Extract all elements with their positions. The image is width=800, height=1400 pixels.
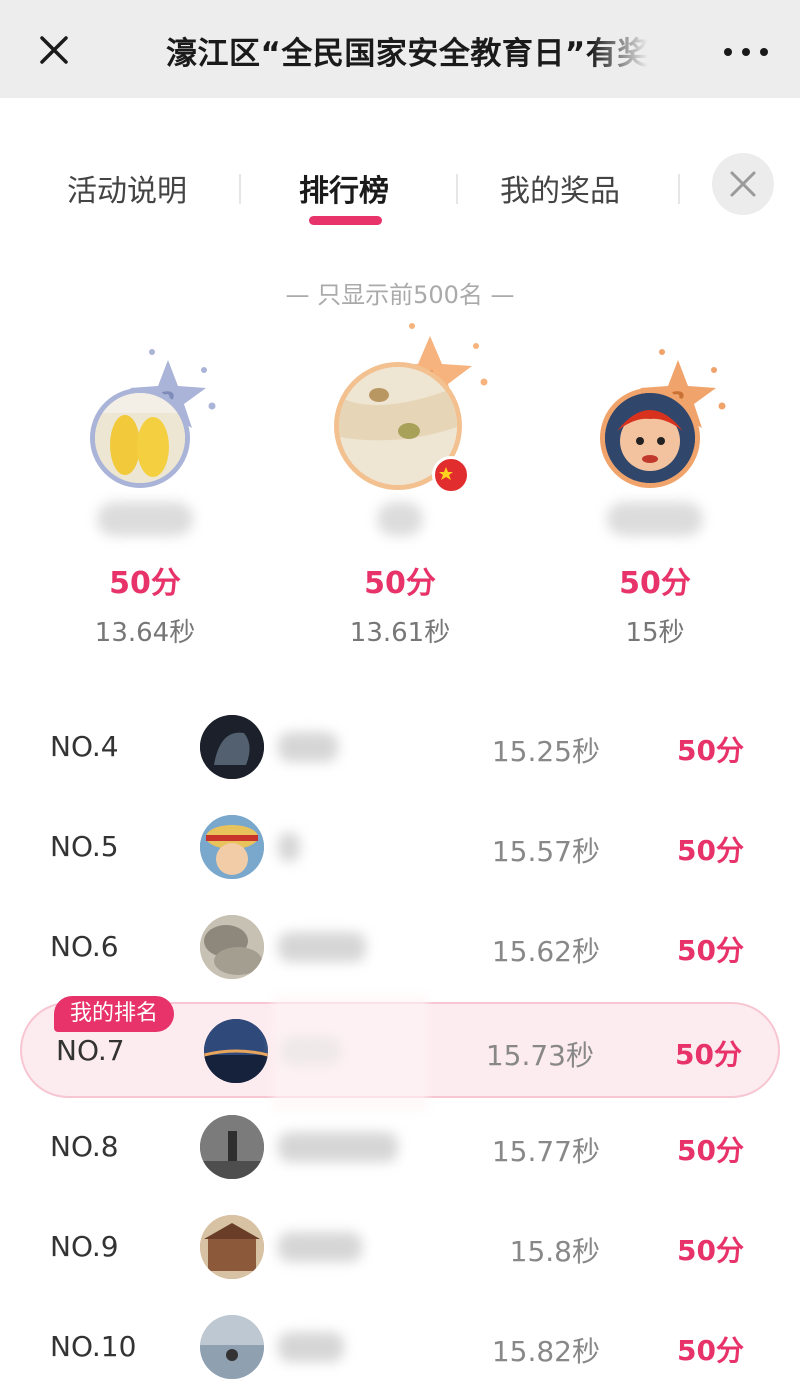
podium-second[interactable]: 2 50分 13.64秒 xyxy=(35,330,255,660)
avatar xyxy=(204,1019,268,1083)
row-time: 15.73秒 xyxy=(485,1039,594,1072)
podium-score: 50分 xyxy=(364,566,436,601)
rank-row[interactable]: NO.9 15.8秒 50分 xyxy=(0,1198,800,1298)
row-score: 50分 xyxy=(677,834,744,867)
avatar xyxy=(200,915,264,979)
username-blurred xyxy=(97,502,193,536)
username-blurred xyxy=(377,502,423,536)
close-panel-button[interactable] xyxy=(712,153,774,215)
top-500-notice: — 只显示前500名 — xyxy=(285,281,515,309)
podium-time: 13.61秒 xyxy=(349,618,451,648)
row-time: 15.25秒 xyxy=(491,735,600,768)
username-blurred xyxy=(278,1332,344,1362)
row-score: 50分 xyxy=(677,734,744,767)
tab-divider xyxy=(239,174,241,204)
rank-row[interactable]: NO.6 15.62秒 50分 xyxy=(0,898,800,998)
active-tab-indicator xyxy=(309,216,382,225)
avatar xyxy=(200,1115,264,1179)
close-icon xyxy=(730,171,756,197)
rank-label: NO.4 xyxy=(50,730,119,763)
avatar xyxy=(200,1315,264,1379)
my-rank-badge: 我的排名 xyxy=(54,996,175,1032)
podium-third[interactable]: 3 50分 15秒 xyxy=(545,330,765,660)
rank-label: NO.5 xyxy=(50,830,119,863)
avatar xyxy=(200,815,264,879)
avatar-frame: 3 xyxy=(580,349,730,490)
avatar xyxy=(200,1215,264,1279)
blur-overlay xyxy=(272,994,428,1112)
rank-label: NO.7 xyxy=(56,1034,125,1067)
row-score: 50分 xyxy=(677,1334,744,1367)
username-blurred xyxy=(278,1132,398,1162)
rank-row[interactable]: NO.8 15.77秒 50分 xyxy=(0,1098,800,1198)
tab-activity-info[interactable]: 活动说明 xyxy=(67,166,187,210)
rank-label: NO.9 xyxy=(50,1230,119,1263)
avatar xyxy=(200,715,264,779)
tab-leaderboard[interactable]: 排行榜 xyxy=(299,166,389,210)
username-blurred xyxy=(607,502,703,536)
username-blurred xyxy=(278,1232,362,1262)
avatar-frame: 1 xyxy=(312,322,488,494)
tab-divider xyxy=(678,174,680,204)
rank-row[interactable]: NO.10 15.82秒 50分 xyxy=(0,1298,800,1398)
username-blurred xyxy=(278,732,338,762)
rank-label: NO.10 xyxy=(50,1330,137,1363)
username-blurred xyxy=(278,932,366,962)
rank-label: NO.6 xyxy=(50,930,119,963)
username-blurred xyxy=(278,832,300,862)
tab-my-prizes[interactable]: 我的奖品 xyxy=(500,166,620,210)
podium-score: 50分 xyxy=(619,566,691,601)
avatar xyxy=(600,388,700,488)
row-score: 50分 xyxy=(677,1134,744,1167)
rank-label: NO.8 xyxy=(50,1130,119,1163)
row-time: 15.8秒 xyxy=(509,1235,600,1268)
row-time: 15.82秒 xyxy=(491,1335,600,1368)
row-time: 15.57秒 xyxy=(491,835,600,868)
close-icon[interactable] xyxy=(34,30,74,70)
avatar xyxy=(90,388,190,488)
avatar-frame: 2 xyxy=(70,349,220,490)
podium-time: 15秒 xyxy=(625,618,685,648)
row-score: 50分 xyxy=(677,1234,744,1267)
podium-score: 50分 xyxy=(109,566,181,601)
tab-divider xyxy=(456,174,458,204)
tab-bar: 活动说明 排行榜 我的奖品 xyxy=(0,150,800,240)
row-score: 50分 xyxy=(675,1038,742,1071)
rank-row[interactable]: NO.5 15.57秒 50分 xyxy=(0,798,800,898)
row-time: 15.77秒 xyxy=(491,1135,600,1168)
top-nav-bar: 濠江区“全民国家安全教育日”有奖 xyxy=(0,0,800,98)
row-score: 50分 xyxy=(677,934,744,967)
podium-first[interactable]: 1 50分 13.61秒 xyxy=(290,323,510,660)
more-dots-icon[interactable] xyxy=(724,42,768,62)
china-flag-badge xyxy=(432,456,470,494)
page-title: 濠江区“全民国家安全教育日”有奖 xyxy=(166,36,648,72)
rank-row[interactable]: NO.4 15.25秒 50分 xyxy=(0,698,800,798)
row-time: 15.62秒 xyxy=(491,935,600,968)
podium-time: 13.64秒 xyxy=(94,618,196,648)
